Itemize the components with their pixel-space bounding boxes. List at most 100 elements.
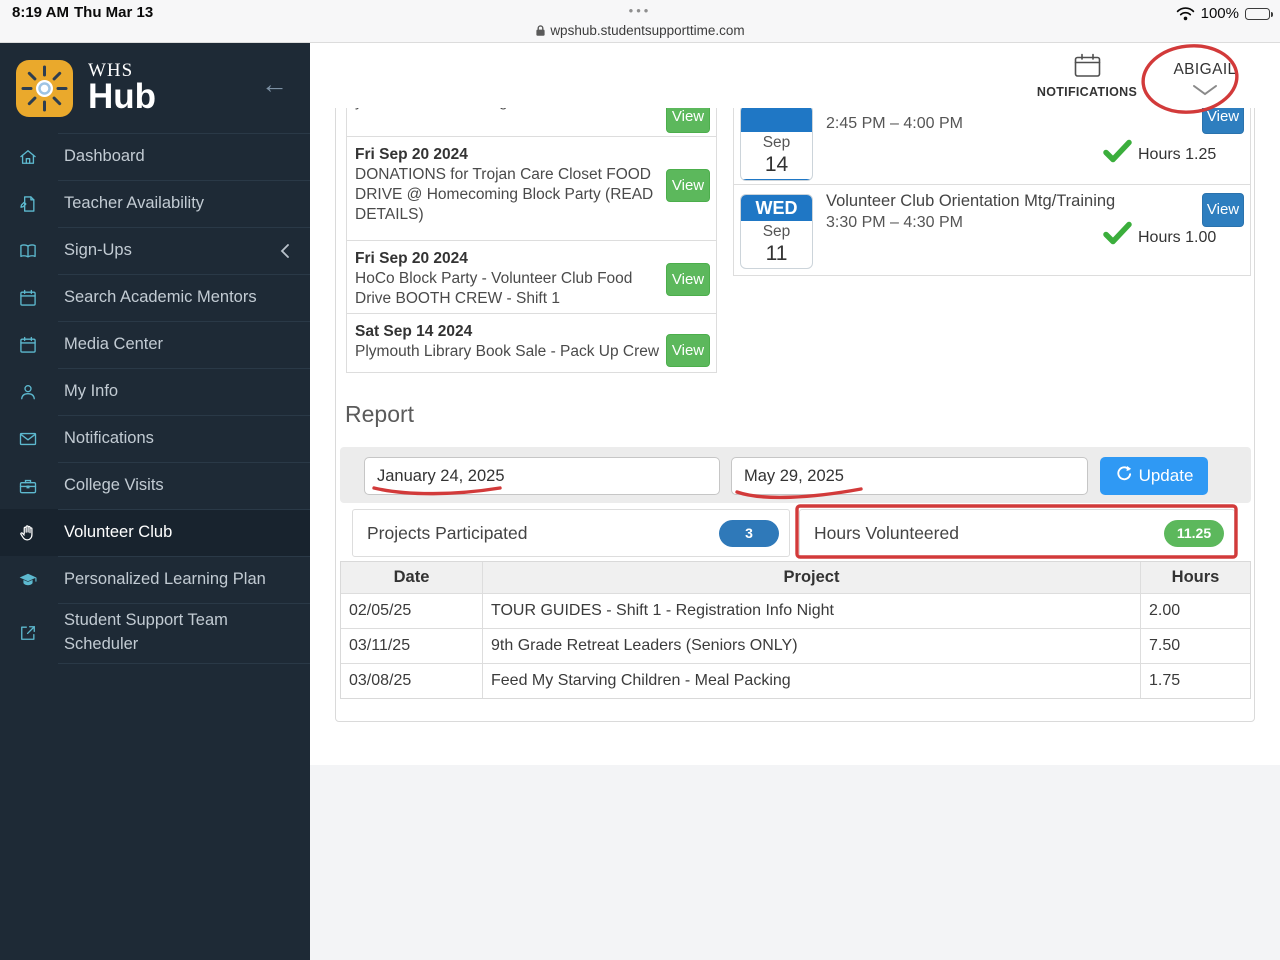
event-row-clipped: y g View bbox=[347, 108, 716, 137]
badge-bar bbox=[741, 179, 812, 180]
update-button[interactable]: Update bbox=[1100, 457, 1208, 495]
external-link-icon bbox=[18, 623, 40, 643]
view-button[interactable]: View bbox=[666, 169, 710, 202]
event-title: Volunteer Club Orientation Mtg/Training bbox=[826, 192, 1116, 210]
ipad-screen: 8:19 AM Thu Mar 13 ••• wpshub.studentsup… bbox=[0, 0, 1280, 960]
month: Sep bbox=[762, 223, 791, 240]
end-date-input[interactable] bbox=[731, 457, 1088, 495]
page-bottom-background bbox=[310, 765, 1280, 960]
notifications-button[interactable]: NOTIFICATIONS bbox=[1022, 53, 1152, 99]
sidebar-item-volunteer-club[interactable]: Volunteer Club bbox=[0, 509, 310, 556]
cell-hours: 2.00 bbox=[1140, 594, 1250, 628]
sidebar-item-label: Student Support Team Scheduler bbox=[64, 611, 228, 653]
sidebar-item-media-center[interactable]: Media Center bbox=[0, 321, 310, 368]
wifi-icon bbox=[1176, 6, 1194, 20]
event-row: Fri Sep 20 2024 HoCo Block Party - Volun… bbox=[347, 241, 716, 314]
view-button[interactable]: View bbox=[1202, 193, 1244, 227]
events-list: y g View Fri Sep 20 2024 DONATIONS for T… bbox=[346, 108, 717, 373]
user-name: ABIGAIL bbox=[1173, 61, 1237, 78]
home-icon bbox=[18, 147, 40, 167]
document-pen-icon bbox=[18, 194, 40, 214]
event-date: Fri Sep 20 2024 bbox=[355, 250, 468, 267]
report-heading: Report bbox=[345, 401, 415, 427]
browser-menu-dots[interactable]: ••• bbox=[0, 3, 1280, 18]
hours-volunteered-stat: Hours Volunteered 11.25 bbox=[799, 509, 1235, 557]
open-book-icon bbox=[18, 241, 40, 261]
calendar-icon bbox=[18, 335, 40, 355]
cell-project: TOUR GUIDES - Shift 1 - Registration Inf… bbox=[482, 594, 1140, 628]
day-of-week bbox=[741, 108, 812, 132]
event-title: DONATIONS for Trojan Care Closet FOOD DR… bbox=[355, 166, 654, 223]
sidebar-item-dashboard[interactable]: Dashboard bbox=[0, 133, 310, 180]
table-row: 03/08/25 Feed My Starving Children - Mea… bbox=[341, 663, 1250, 698]
sidebar-item-label: My Info bbox=[64, 381, 119, 400]
checkmark-icon bbox=[1102, 221, 1132, 251]
address-bar[interactable]: wpshub.studentsupporttime.com bbox=[0, 23, 1280, 38]
schedule-list: Sep 14 2:45 PM – 4:00 PM Hours 1.25 View… bbox=[733, 108, 1251, 276]
event-date: Fri Sep 20 2024 bbox=[355, 146, 468, 163]
refresh-icon bbox=[1115, 465, 1132, 487]
sidebar-menu: Dashboard Teacher Availability Sign-Ups … bbox=[0, 133, 310, 664]
view-button[interactable]: View bbox=[666, 263, 710, 296]
start-date-input[interactable] bbox=[364, 457, 720, 495]
cell-project: 9th Grade Retreat Leaders (Seniors ONLY) bbox=[482, 629, 1140, 663]
logo-text-hub: Hub bbox=[88, 77, 157, 116]
collapse-sidebar-icon[interactable]: ← bbox=[261, 69, 288, 100]
table-row: 03/11/25 9th Grade Retreat Leaders (Seni… bbox=[341, 628, 1250, 663]
sidebar-item-sign-ups[interactable]: Sign-Ups bbox=[0, 227, 310, 274]
cell-date: 03/11/25 bbox=[349, 637, 411, 654]
volunteer-club-panel: y g View Fri Sep 20 2024 DONATIONS for T… bbox=[335, 108, 1255, 722]
clipped-text-fragment: g bbox=[499, 108, 508, 111]
sidebar-item-label: Personalized Learning Plan bbox=[64, 569, 266, 588]
badge-bar bbox=[741, 268, 812, 269]
hours-earned: Hours 1.00 bbox=[1138, 229, 1217, 246]
sidebar-item-label: College Visits bbox=[64, 475, 164, 494]
battery-percent: 100% bbox=[1200, 5, 1239, 22]
sidebar-item-college-visits[interactable]: College Visits bbox=[0, 462, 310, 509]
event-row: Sat Sep 14 2024 Plymouth Library Book Sa… bbox=[347, 314, 716, 373]
sidebar-item-teacher-availability[interactable]: Teacher Availability bbox=[0, 180, 310, 227]
day-number: 14 bbox=[764, 153, 789, 176]
view-button[interactable]: View bbox=[666, 334, 710, 367]
app-logo: WHS Hub ← bbox=[0, 43, 310, 133]
notifications-label: NOTIFICATIONS bbox=[1036, 85, 1138, 99]
month: Sep bbox=[762, 134, 791, 151]
day-of-week: WED bbox=[741, 195, 812, 221]
briefcase-icon bbox=[18, 476, 40, 496]
day-number: 11 bbox=[765, 242, 788, 265]
user-menu[interactable]: ABIGAIL bbox=[1155, 61, 1255, 101]
stat-label: Hours Volunteered bbox=[814, 522, 959, 543]
sidebar-item-my-info[interactable]: My Info bbox=[0, 368, 310, 415]
cell-project: Feed My Starving Children - Meal Packing bbox=[482, 664, 1140, 698]
sidebar-item-notifications[interactable]: Notifications bbox=[0, 415, 310, 462]
sidebar: WHS Hub ← Dashboard Teacher Availability… bbox=[0, 43, 310, 960]
checkmark-icon bbox=[1102, 139, 1132, 169]
clipped-text-fragment: y bbox=[355, 108, 363, 111]
cell-hours: 7.50 bbox=[1140, 629, 1250, 663]
column-header-date: Date bbox=[393, 568, 430, 586]
view-button[interactable]: View bbox=[1202, 108, 1244, 134]
report-table: Date Project Hours 02/05/25 TOUR GUIDES … bbox=[340, 561, 1251, 699]
view-button[interactable]: View bbox=[666, 108, 710, 133]
url-text: wpshub.studentsupporttime.com bbox=[550, 23, 745, 38]
sidebar-item-search-academic-mentors[interactable]: Search Academic Mentors bbox=[0, 274, 310, 321]
cell-date: 03/08/25 bbox=[349, 672, 412, 689]
schedule-row-clipped: Sep 14 2:45 PM – 4:00 PM Hours 1.25 View bbox=[734, 108, 1250, 185]
event-title: Plymouth Library Book Sale - Pack Up Cre… bbox=[355, 343, 660, 360]
event-row: Fri Sep 20 2024 DONATIONS for Trojan Car… bbox=[347, 137, 716, 241]
page-header: NOTIFICATIONS ABIGAIL bbox=[310, 43, 1280, 108]
sidebar-item-label: Search Academic Mentors bbox=[64, 287, 257, 306]
cell-hours: 1.75 bbox=[1140, 664, 1250, 698]
date-badge: Sep 14 bbox=[740, 108, 813, 181]
calendar-icon bbox=[1074, 53, 1101, 82]
column-header-hours: Hours bbox=[1140, 562, 1250, 593]
person-icon bbox=[18, 382, 40, 402]
date-badge: WED Sep 11 bbox=[740, 194, 813, 269]
update-label: Update bbox=[1138, 466, 1194, 485]
projects-participated-stat: Projects Participated 3 bbox=[352, 509, 790, 557]
sidebar-item-personalized-learning-plan[interactable]: Personalized Learning Plan bbox=[0, 556, 310, 603]
sidebar-item-label: Notifications bbox=[64, 428, 154, 447]
browser-chrome: 8:19 AM Thu Mar 13 ••• wpshub.studentsup… bbox=[0, 0, 1280, 43]
sidebar-item-student-support-team-scheduler[interactable]: Student Support Team Scheduler bbox=[0, 603, 310, 664]
report-toolbar: Update bbox=[340, 447, 1251, 503]
